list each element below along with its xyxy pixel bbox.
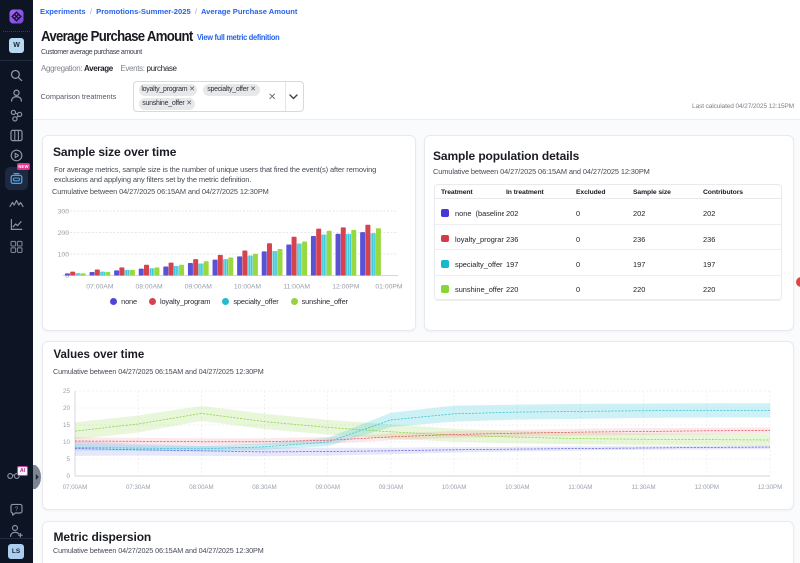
svg-text:10:30AM: 10:30AM bbox=[505, 484, 529, 491]
svg-text:09:30AM: 09:30AM bbox=[379, 484, 403, 491]
svg-text:07:00AM: 07:00AM bbox=[63, 484, 87, 491]
svg-text:11:30AM: 11:30AM bbox=[632, 484, 656, 491]
svg-text:25: 25 bbox=[63, 388, 71, 395]
svg-text:10:00AM: 10:00AM bbox=[234, 284, 262, 291]
svg-text:200: 200 bbox=[58, 230, 70, 237]
svg-text:08:30AM: 08:30AM bbox=[252, 484, 276, 491]
svg-text:11:00AM: 11:00AM bbox=[283, 284, 310, 291]
svg-text:09:00AM: 09:00AM bbox=[185, 284, 213, 291]
svg-text:10:00AM: 10:00AM bbox=[442, 484, 466, 491]
svg-text:0: 0 bbox=[66, 473, 70, 480]
svg-text:09:00AM: 09:00AM bbox=[316, 484, 340, 491]
svg-text:12:00PM: 12:00PM bbox=[695, 484, 719, 491]
svg-text:01:00PM: 01:00PM bbox=[375, 284, 403, 291]
svg-text:300: 300 bbox=[58, 208, 70, 215]
svg-text:5: 5 bbox=[66, 456, 70, 463]
svg-text:10: 10 bbox=[63, 439, 71, 446]
svg-text:08:00AM: 08:00AM bbox=[189, 484, 213, 491]
svg-text:07:30AM: 07:30AM bbox=[126, 484, 150, 491]
svg-text:20: 20 bbox=[63, 405, 71, 412]
svg-text:11:00AM: 11:00AM bbox=[568, 484, 592, 491]
svg-text:07:00AM: 07:00AM bbox=[86, 284, 114, 291]
svg-text:12:00PM: 12:00PM bbox=[332, 284, 360, 291]
svg-text:15: 15 bbox=[63, 422, 71, 429]
svg-text:?: ? bbox=[15, 507, 19, 513]
svg-text:12:30PM: 12:30PM bbox=[758, 484, 782, 491]
svg-text:100: 100 bbox=[58, 251, 70, 258]
svg-text:08:00AM: 08:00AM bbox=[135, 284, 163, 291]
